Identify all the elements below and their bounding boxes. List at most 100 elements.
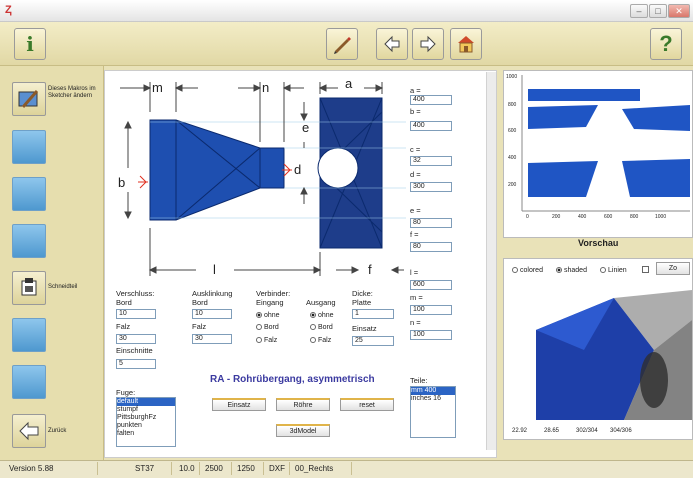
sketcher-button[interactable] bbox=[12, 82, 46, 116]
3dmodel-button[interactable]: 3dModel bbox=[276, 424, 330, 437]
param-m-input[interactable]: 100 bbox=[410, 305, 452, 315]
forward-arrow-button[interactable] bbox=[412, 28, 444, 60]
ausgang-ohne-radio[interactable]: ohne bbox=[310, 311, 334, 320]
rohre-button[interactable]: Röhre bbox=[276, 398, 330, 411]
bord-input[interactable]: 10 bbox=[116, 309, 156, 319]
teile-list[interactable]: mm 400 inches 16 bbox=[410, 386, 456, 438]
app-icon: Ⱬ bbox=[5, 4, 12, 16]
ausklinkung-falz-label: Falz bbox=[192, 322, 207, 331]
x-tick: 400 bbox=[578, 214, 587, 220]
close-button[interactable]: ✕ bbox=[668, 4, 690, 18]
list-item[interactable]: falten bbox=[117, 430, 175, 438]
param-a-input[interactable]: 400 bbox=[410, 95, 452, 105]
sidebar-button-3[interactable] bbox=[12, 177, 46, 211]
param-label: m = bbox=[410, 293, 423, 302]
ausklinkung-falz-input[interactable]: 30 bbox=[192, 334, 232, 344]
radio-icon bbox=[256, 324, 262, 330]
help-button[interactable]: ? bbox=[650, 28, 682, 60]
y-tick: 600 bbox=[508, 128, 517, 134]
dim-n: n bbox=[262, 80, 270, 95]
param-label: d = bbox=[410, 170, 421, 179]
macro-title: RA - Rohrübergang, asymmetrisch bbox=[210, 374, 375, 385]
sidebar-button-6[interactable] bbox=[12, 318, 46, 352]
checkbox[interactable] bbox=[642, 266, 649, 273]
technical-drawing bbox=[120, 82, 406, 276]
shaded-radio[interactable]: shaded bbox=[556, 266, 587, 275]
coord-readout: 28.65 bbox=[544, 428, 560, 434]
colored-radio[interactable]: colored bbox=[512, 266, 543, 275]
x-tick: 600 bbox=[604, 214, 613, 220]
platte-input[interactable]: 1 bbox=[352, 309, 394, 319]
eingang-ohne-radio[interactable]: ohne bbox=[256, 311, 280, 320]
list-item[interactable]: default bbox=[117, 398, 175, 406]
radio-label: shaded bbox=[564, 267, 587, 274]
radio-checked-icon bbox=[256, 312, 262, 318]
einsatz-button[interactable]: Einsatz bbox=[212, 398, 266, 411]
sidebar-button-4[interactable] bbox=[12, 224, 46, 258]
status-field: 2500 bbox=[202, 462, 232, 475]
einsatz-input[interactable]: 25 bbox=[352, 336, 394, 346]
edit-button[interactable] bbox=[326, 28, 358, 60]
radio-checked-icon bbox=[556, 267, 562, 273]
linien-radio[interactable]: Linien bbox=[600, 266, 627, 275]
schneidteil-label: Schneidteil bbox=[48, 284, 78, 290]
radio-label: Linien bbox=[608, 267, 627, 274]
param-c-input[interactable]: 32 bbox=[410, 156, 452, 166]
ausklinkung-bord-input[interactable]: 10 bbox=[192, 309, 232, 319]
ausgang-falz-radio[interactable]: Falz bbox=[310, 336, 331, 345]
param-e-input[interactable]: 80 bbox=[410, 218, 452, 228]
einsatz-label: Einsatz bbox=[352, 324, 377, 333]
param-l-input[interactable]: 600 bbox=[410, 280, 452, 290]
param-f-input[interactable]: 80 bbox=[410, 242, 452, 252]
sketcher-icon bbox=[18, 90, 39, 108]
x-tick: 1000 bbox=[655, 214, 667, 220]
radio-icon bbox=[256, 337, 262, 343]
schneidteil-button[interactable] bbox=[12, 271, 46, 305]
eingang-bord-radio[interactable]: Bord bbox=[256, 323, 279, 332]
back-arrow-button[interactable] bbox=[376, 28, 408, 60]
y-tick: 1000 bbox=[506, 74, 518, 80]
param-label: e = bbox=[410, 206, 421, 215]
reset-button[interactable]: reset bbox=[340, 398, 394, 411]
radio-label: Bord bbox=[264, 324, 279, 331]
list-item[interactable]: mm 400 bbox=[411, 387, 455, 395]
maximize-button[interactable]: □ bbox=[649, 4, 667, 18]
param-d-input[interactable]: 300 bbox=[410, 182, 452, 192]
falz-input[interactable]: 30 bbox=[116, 334, 156, 344]
list-item[interactable]: punkten bbox=[117, 422, 175, 430]
list-item[interactable]: PittsburghFz bbox=[117, 414, 175, 422]
back-label: Zurück bbox=[48, 428, 67, 434]
sidebar-button-7[interactable] bbox=[12, 365, 46, 399]
eingang-falz-radio[interactable]: Falz bbox=[256, 336, 277, 345]
einschnitte-input[interactable]: 5 bbox=[116, 359, 156, 369]
ausgang-bord-radio[interactable]: Bord bbox=[310, 323, 333, 332]
dim-e: e bbox=[302, 120, 310, 135]
param-label: f = bbox=[410, 230, 419, 239]
radio-label: ohne bbox=[318, 312, 334, 319]
list-item[interactable]: inches 16 bbox=[411, 395, 455, 403]
x-tick: 200 bbox=[552, 214, 561, 220]
sidebar-button-2[interactable] bbox=[12, 130, 46, 164]
param-b-input[interactable]: 400 bbox=[410, 121, 452, 131]
radio-icon bbox=[600, 267, 606, 273]
y-tick: 400 bbox=[508, 155, 517, 161]
info-button[interactable]: ⅰ bbox=[14, 28, 46, 60]
y-tick: 800 bbox=[508, 102, 517, 108]
param-n-input[interactable]: 100 bbox=[410, 330, 452, 340]
back-button[interactable] bbox=[12, 414, 46, 448]
verschluss-label: Verschluss: bbox=[116, 289, 155, 298]
material-text: ST37 bbox=[132, 462, 172, 475]
drawing-scrollbar[interactable] bbox=[486, 72, 496, 450]
list-item[interactable]: stumpf bbox=[117, 406, 175, 414]
minimize-button[interactable]: – bbox=[630, 4, 648, 18]
dim-a: a bbox=[345, 76, 353, 91]
home-button[interactable] bbox=[450, 28, 482, 60]
cut-part-icon bbox=[21, 278, 37, 296]
radio-icon bbox=[310, 324, 316, 330]
x-tick: 0 bbox=[526, 214, 529, 220]
arrow-left-icon bbox=[384, 35, 400, 53]
zoom-button[interactable]: Zo bbox=[656, 262, 690, 275]
fuge-list[interactable]: default stumpf PittsburghFz punkten falt… bbox=[116, 397, 176, 447]
param-label: l = bbox=[410, 268, 419, 277]
radio-label: Bord bbox=[318, 324, 333, 331]
